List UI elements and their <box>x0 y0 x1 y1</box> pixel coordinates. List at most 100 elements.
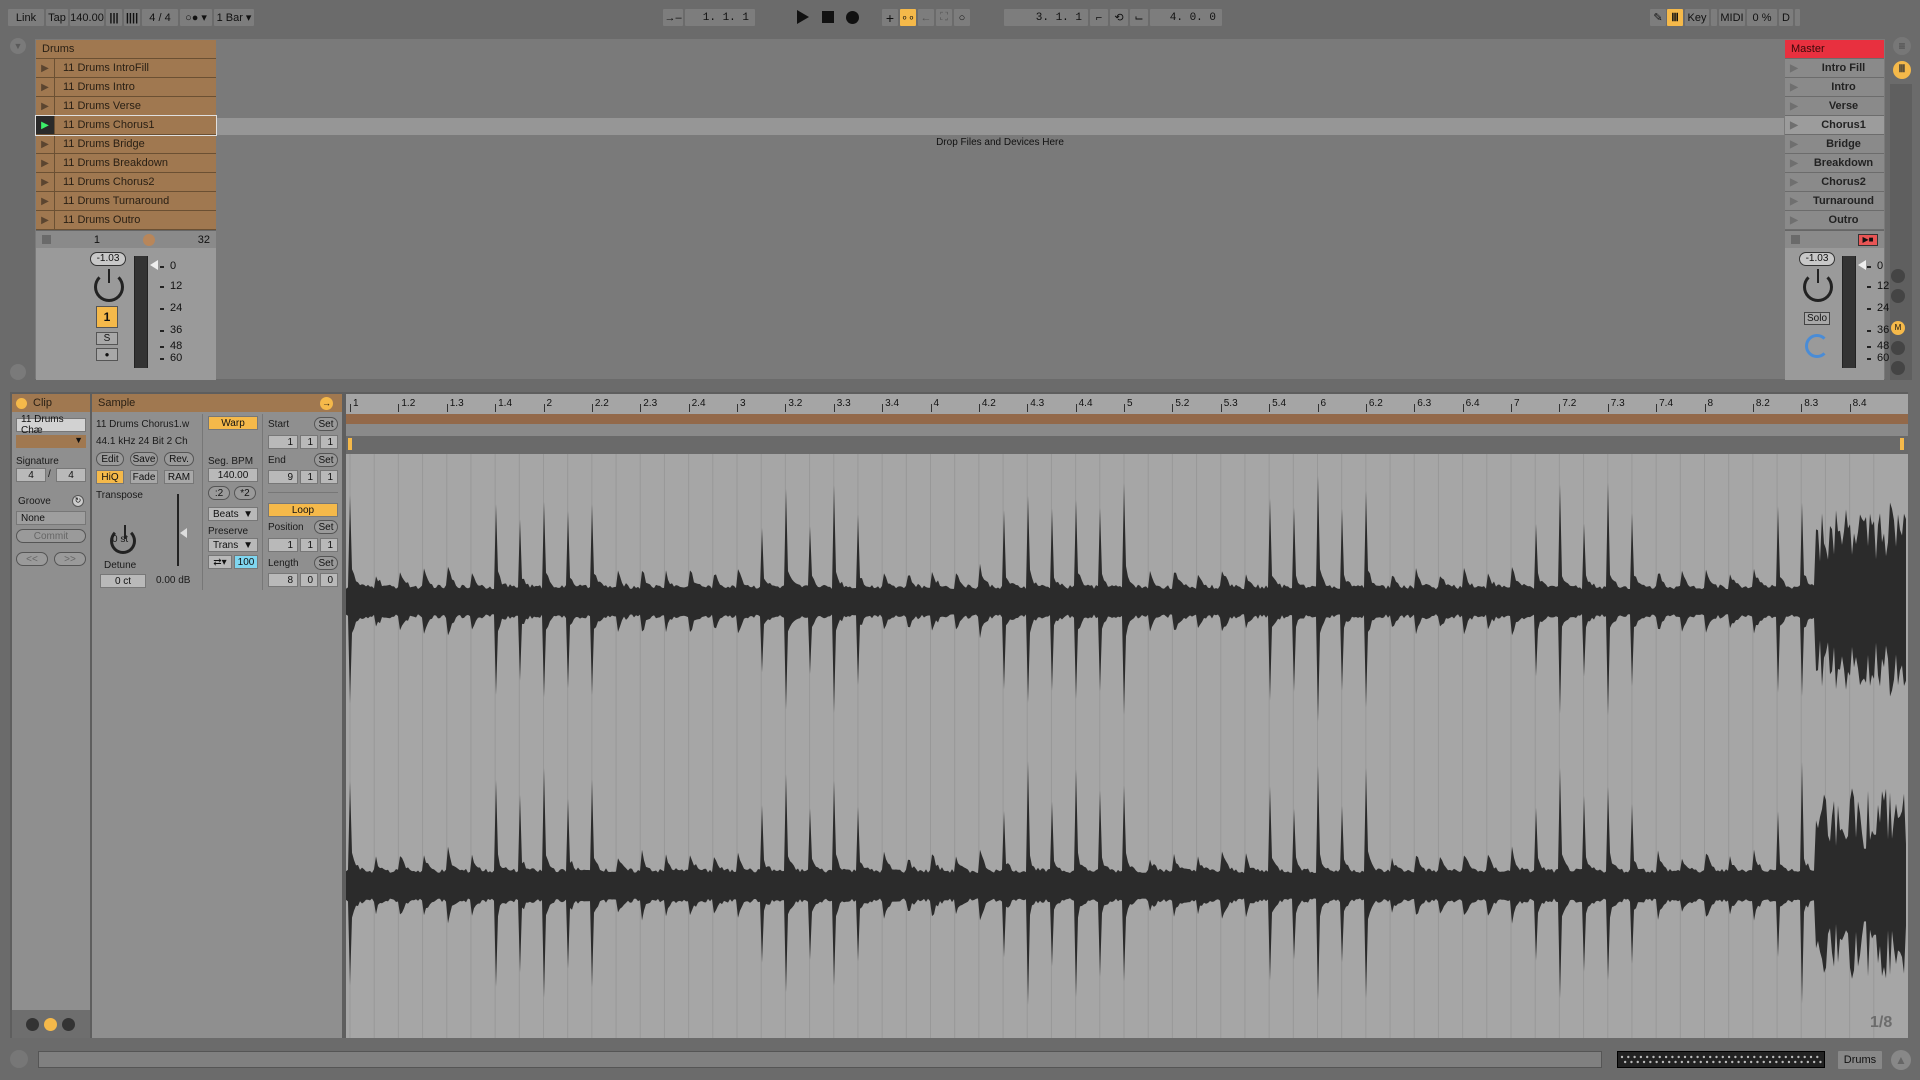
follow-icon[interactable]: →– <box>663 9 683 26</box>
clip-slot[interactable]: ▶ 11 Drums Chorus2 <box>36 173 216 192</box>
hiq-button[interactable]: HiQ <box>96 470 124 484</box>
edit-button[interactable]: Edit <box>96 452 124 466</box>
sends-toggle-icon[interactable] <box>1891 289 1905 303</box>
play-icon[interactable] <box>797 10 809 24</box>
scene-launch-icon[interactable]: ▶ <box>1785 63 1803 74</box>
clip-name-field[interactable]: 11 Drums Chæ <box>16 414 86 436</box>
scene-launch-icon[interactable]: ▶ <box>1785 101 1803 112</box>
start-beat[interactable]: 1 <box>300 435 318 449</box>
gain-slider-handle[interactable] <box>180 528 187 538</box>
clip-slot[interactable]: ▶ 11 Drums Turnaround <box>36 192 216 211</box>
seg-bpm-field[interactable]: 140.00 <box>208 468 258 482</box>
end-set-button[interactable]: Set <box>314 453 338 467</box>
ram-button[interactable]: RAM <box>164 470 194 484</box>
detail-toggle-icon[interactable]: ▲ <box>1891 1050 1911 1070</box>
arm-button[interactable]: ● <box>96 348 118 361</box>
loop-button[interactable]: Loop <box>268 503 338 517</box>
master-volume-value[interactable]: -1.03 <box>1799 252 1835 266</box>
reverse-button[interactable]: Rev. <box>164 452 194 466</box>
tap-tempo-button[interactable]: Tap <box>46 9 68 26</box>
loop-length-field[interactable]: 4. 0. 0 <box>1150 9 1222 26</box>
cue-volume-knob[interactable] <box>1805 334 1829 358</box>
sample-toggle-icon[interactable] <box>44 1018 57 1031</box>
beat-ruler[interactable]: 1 1.2 1.3 1.4 2 2.2 2.3 2.4 3 3.2 3.3 3.4 4 4.2 4.3 4.4… <box>346 394 1908 414</box>
scene-slot[interactable]: ▶ Outro <box>1785 211 1884 230</box>
warp-button[interactable]: Warp <box>208 416 258 430</box>
circle-icon[interactable]: ○ <box>954 9 970 26</box>
gain-slider[interactable] <box>177 494 179 566</box>
preserve-select[interactable]: Trans ▼ <box>208 538 258 552</box>
warp-marker-end[interactable] <box>1900 438 1904 450</box>
clip-slot[interactable]: ▶ 11 Drums Breakdown <box>36 154 216 173</box>
length-beat[interactable]: 0 <box>300 573 318 587</box>
loop-start-field[interactable]: 3. 1. 1 <box>1004 9 1088 26</box>
scene-launch-icon[interactable]: ▶■ <box>1858 233 1878 246</box>
selected-track-label[interactable]: Drums <box>1838 1051 1882 1069</box>
mixer-toggle-icon[interactable]: Ⅲ <box>1893 61 1911 79</box>
key-map-button[interactable]: Key <box>1685 9 1709 26</box>
master-fader-handle[interactable] <box>1858 260 1866 270</box>
half-tempo-button[interactable]: :2 <box>208 486 230 500</box>
solo-button[interactable]: S <box>96 332 118 345</box>
nudge-up-icon[interactable]: |||| <box>124 9 140 26</box>
signature-numerator[interactable]: 4 <box>16 468 46 482</box>
scene-launch-icon[interactable]: ▶ <box>1785 177 1803 188</box>
time-signature-field[interactable]: 4 / 4 <box>142 9 178 26</box>
warp-marker-start[interactable] <box>348 438 352 450</box>
end-sixteenth[interactable]: 1 <box>320 470 338 484</box>
envelope-toggle-icon[interactable] <box>62 1018 75 1031</box>
arrangement-position-field[interactable]: 1. 1. 1 <box>685 9 755 26</box>
scene-launch-icon[interactable]: ▶ <box>1785 215 1803 226</box>
automation-icon[interactable]: ∘∘ <box>900 9 916 26</box>
clip-launch-icon[interactable]: ▶ <box>36 59 55 77</box>
menu-icon[interactable]: ≡ <box>1893 37 1911 55</box>
crossfader-toggle-icon[interactable] <box>1891 361 1905 375</box>
loop-icon[interactable]: ⟲ <box>1110 9 1128 26</box>
punch-out-icon[interactable]: ⌙ <box>1130 9 1148 26</box>
quantization-menu[interactable]: 1 Bar ▾ <box>214 9 254 26</box>
master-title[interactable]: Master <box>1785 40 1884 59</box>
browser-toggle-icon[interactable]: ▼ <box>10 38 26 54</box>
punch-in-icon[interactable]: ⌐ <box>1090 9 1108 26</box>
arrow-right-icon[interactable]: → <box>320 397 333 410</box>
commit-button[interactable]: Commit <box>16 529 86 543</box>
position-set-button[interactable]: Set <box>314 520 338 534</box>
clip-launch-icon[interactable]: ▶ <box>36 192 55 210</box>
start-end-markers[interactable] <box>346 424 1908 436</box>
scene-launch-icon[interactable]: ▶ <box>1785 139 1803 150</box>
double-tempo-button[interactable]: *2 <box>234 486 256 500</box>
crossfade-knob[interactable] <box>142 233 155 246</box>
record-icon[interactable] <box>846 11 859 24</box>
start-bar[interactable]: 1 <box>268 435 298 449</box>
midi-map-button[interactable]: MIDI <box>1719 9 1745 26</box>
detail-overview[interactable] <box>1617 1051 1825 1068</box>
envelope-field[interactable]: 100 <box>234 555 258 569</box>
warp-mode-select[interactable]: Beats ▼ <box>208 507 258 521</box>
metronome-button[interactable]: ○● ▾ <box>180 9 212 26</box>
clip-launch-icon[interactable]: ▶ <box>36 173 55 191</box>
position-sixteenth[interactable]: 1 <box>320 538 338 552</box>
start-sixteenth[interactable]: 1 <box>320 435 338 449</box>
io-toggle-icon[interactable] <box>1891 269 1905 283</box>
scene-launch-icon[interactable]: ▶ <box>1785 158 1803 169</box>
waveform-display[interactable] <box>346 454 1908 1038</box>
solo-cue-button[interactable]: Solo <box>1804 312 1830 325</box>
volume-fader-handle[interactable] <box>150 260 158 270</box>
capture-icon[interactable]: ⛶ <box>936 9 952 26</box>
signature-denominator[interactable]: 4 <box>56 468 86 482</box>
length-bar[interactable]: 8 <box>268 573 298 587</box>
clip-launch-icon[interactable]: ▶ <box>36 116 55 134</box>
clip-slot[interactable]: ▶ 11 Drums Outro <box>36 211 216 230</box>
stop-all-clips-button[interactable] <box>1791 235 1800 244</box>
track-volume-value[interactable]: -1.03 <box>90 252 126 266</box>
scene-launch-icon[interactable]: ▶ <box>1785 196 1803 207</box>
mixer-section-icon[interactable]: M <box>1891 321 1905 335</box>
end-beat[interactable]: 1 <box>300 470 318 484</box>
stop-icon[interactable] <box>822 11 834 23</box>
stop-clip-button[interactable] <box>42 235 51 244</box>
scene-slot[interactable]: ▶ Verse <box>1785 97 1884 116</box>
tempo-field[interactable]: 140.00 <box>70 9 104 26</box>
clip-launch-icon[interactable]: ▶ <box>36 135 55 153</box>
next-clip-button[interactable]: >> <box>54 552 86 566</box>
pan-knob[interactable] <box>94 269 124 302</box>
